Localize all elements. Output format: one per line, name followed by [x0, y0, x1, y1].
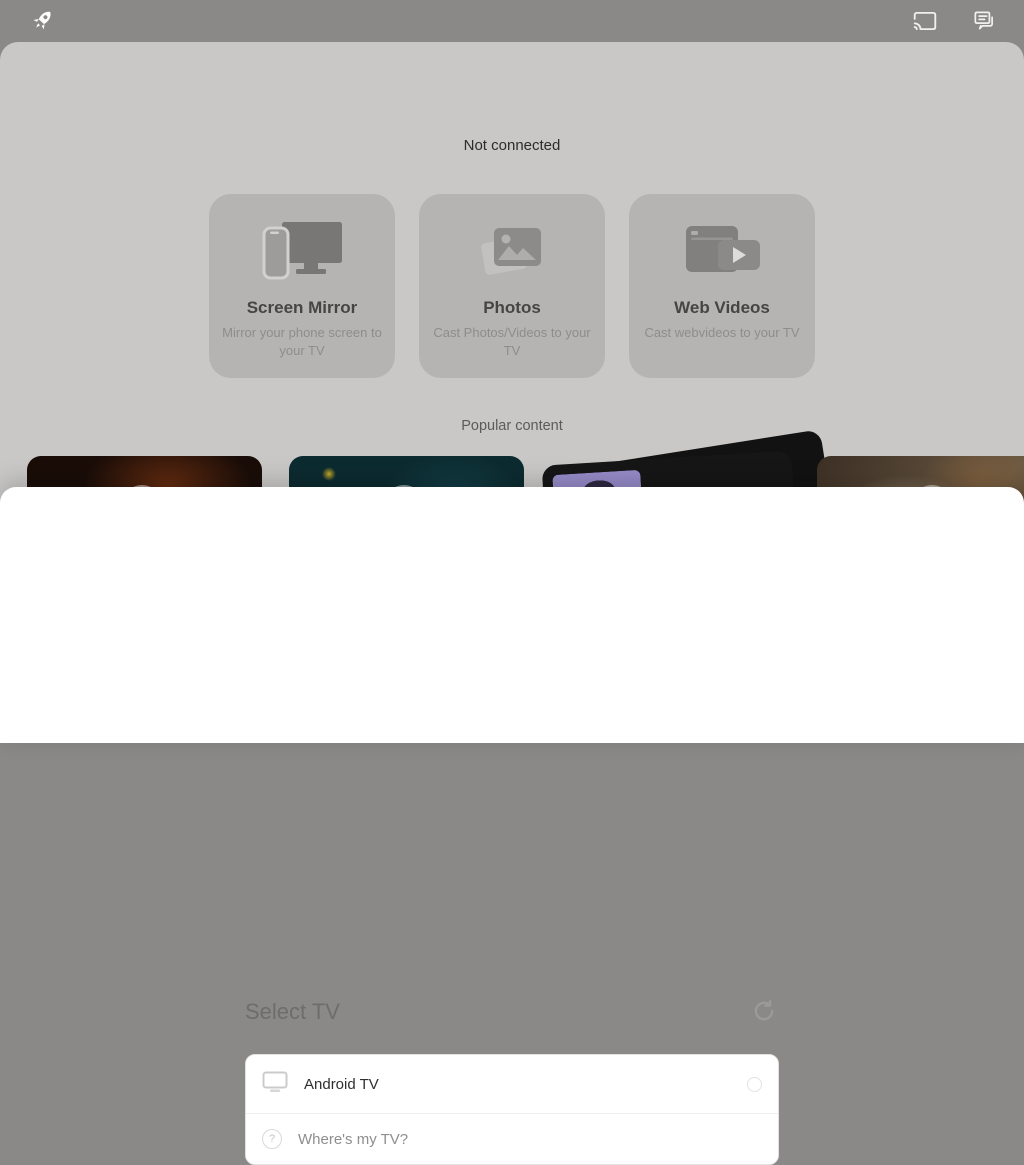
wheres-my-tv-row[interactable]: ? Where's my TV?: [246, 1114, 778, 1164]
select-tv-title: Select TV: [245, 999, 340, 1025]
card-title: Web Videos: [629, 298, 815, 318]
card-subtitle: Cast webvideos to your TV: [629, 324, 815, 342]
top-bar: [0, 0, 1024, 42]
help-label: Where's my TV?: [298, 1131, 408, 1148]
web-videos-icon: [629, 194, 815, 294]
device-row-android-tv[interactable]: Android TV: [246, 1055, 778, 1113]
feedback-chat-icon: [971, 22, 997, 37]
rocket-icon: [28, 7, 56, 35]
feedback-button[interactable]: [971, 8, 997, 34]
card-photos[interactable]: Photos Cast Photos/Videos to your TV: [419, 194, 605, 378]
card-web-videos[interactable]: Web Videos Cast webvideos to your TV: [629, 194, 815, 378]
cast-button[interactable]: [912, 8, 938, 34]
popular-content-heading: Popular content: [0, 418, 1024, 434]
refresh-icon: [750, 1013, 778, 1028]
card-subtitle: Mirror your phone screen to your TV: [209, 324, 395, 359]
card-screen-mirror[interactable]: Screen Mirror Mirror your phone screen t…: [209, 194, 395, 378]
photos-icon: [419, 194, 605, 294]
refresh-devices-button[interactable]: [750, 997, 778, 1025]
screen-mirror-icon: [209, 194, 395, 294]
card-title: Photos: [419, 298, 605, 318]
device-list: Android TV ? Where's my TV?: [245, 1054, 779, 1165]
card-title: Screen Mirror: [209, 298, 395, 318]
feature-cards-row: Screen Mirror Mirror your phone screen t…: [0, 194, 1024, 378]
tv-icon: [262, 1071, 288, 1098]
card-subtitle: Cast Photos/Videos to your TV: [419, 324, 605, 359]
device-name: Android TV: [304, 1076, 379, 1093]
question-circle-icon: ?: [262, 1129, 282, 1149]
connection-status: Not connected: [0, 137, 1024, 154]
cast-icon: [912, 22, 938, 37]
select-tv-sheet: Select TV Android TV ? Where's my TV?: [0, 487, 1024, 743]
device-radio-button[interactable]: [747, 1077, 762, 1092]
